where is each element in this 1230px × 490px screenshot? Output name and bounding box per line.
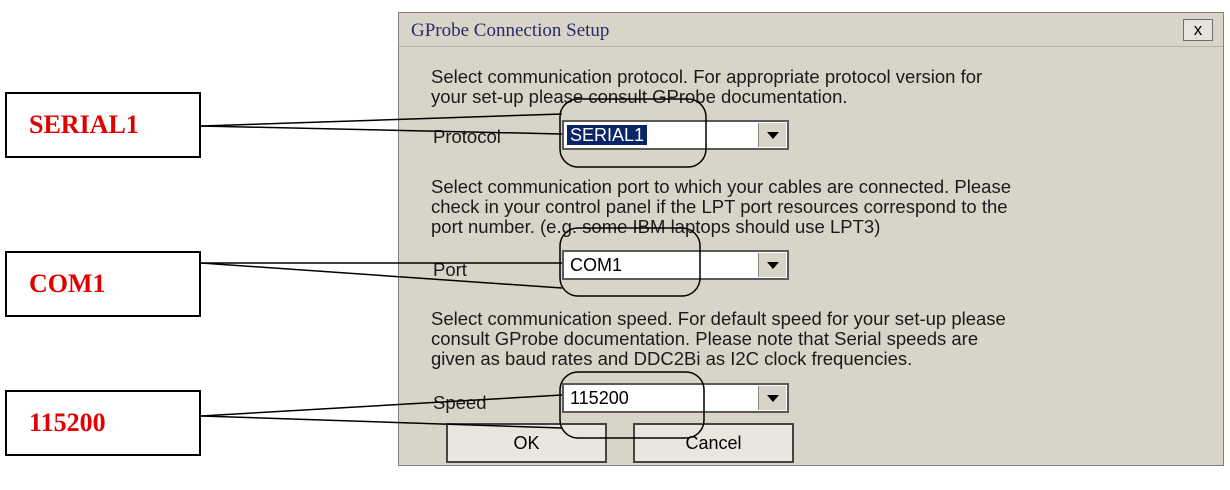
help-line: your set-up please consult GProbe docume… <box>431 86 848 107</box>
callout-label: SERIAL1 <box>29 110 139 139</box>
close-icon: x <box>1193 20 1203 39</box>
speed-help-text: Select communication speed. For default … <box>431 309 1211 369</box>
help-line: port number. (e.g. some IBM laptops shou… <box>431 216 881 237</box>
port-help-text: Select communication port to which your … <box>431 177 1211 237</box>
speed-select[interactable]: 115200 <box>562 383 789 413</box>
callout-label: COM1 <box>29 269 106 298</box>
speed-label: Speed <box>433 392 487 413</box>
help-line: given as baud rates and DDC2Bi as I2C cl… <box>431 348 913 369</box>
protocol-label: Protocol <box>433 126 501 147</box>
help-line: Select communication speed. For default … <box>431 308 1006 329</box>
protocol-value: SERIAL1 <box>565 124 649 146</box>
chevron-down-icon[interactable] <box>758 253 786 277</box>
help-line: consult GProbe documentation. Please not… <box>431 328 979 349</box>
connection-setup-dialog: GProbe Connection Setup x Select communi… <box>398 12 1224 466</box>
callout-115200: 115200 <box>5 390 201 456</box>
port-select[interactable]: COM1 <box>562 250 789 280</box>
protocol-select[interactable]: SERIAL1 <box>562 120 789 150</box>
chevron-down-icon[interactable] <box>758 386 786 410</box>
callout-serial1: SERIAL1 <box>5 92 201 158</box>
port-value: COM1 <box>570 255 623 275</box>
protocol-help-text: Select communication protocol. For appro… <box>431 67 1211 107</box>
help-line: Select communication protocol. For appro… <box>431 66 983 87</box>
callout-label: 115200 <box>29 408 106 437</box>
chevron-down-icon[interactable] <box>758 123 786 147</box>
dialog-title: GProbe Connection Setup <box>411 20 610 41</box>
ok-button[interactable]: OK <box>446 423 607 463</box>
callout-com1: COM1 <box>5 251 201 317</box>
help-line: check in your control panel if the LPT p… <box>431 196 1008 217</box>
close-button[interactable]: x <box>1183 19 1213 41</box>
cancel-button[interactable]: Cancel <box>633 423 794 463</box>
dialog-titlebar[interactable]: GProbe Connection Setup x <box>399 13 1223 47</box>
port-label: Port <box>433 259 467 280</box>
help-line: Select communication port to which your … <box>431 176 1011 197</box>
speed-value: 115200 <box>570 388 629 408</box>
